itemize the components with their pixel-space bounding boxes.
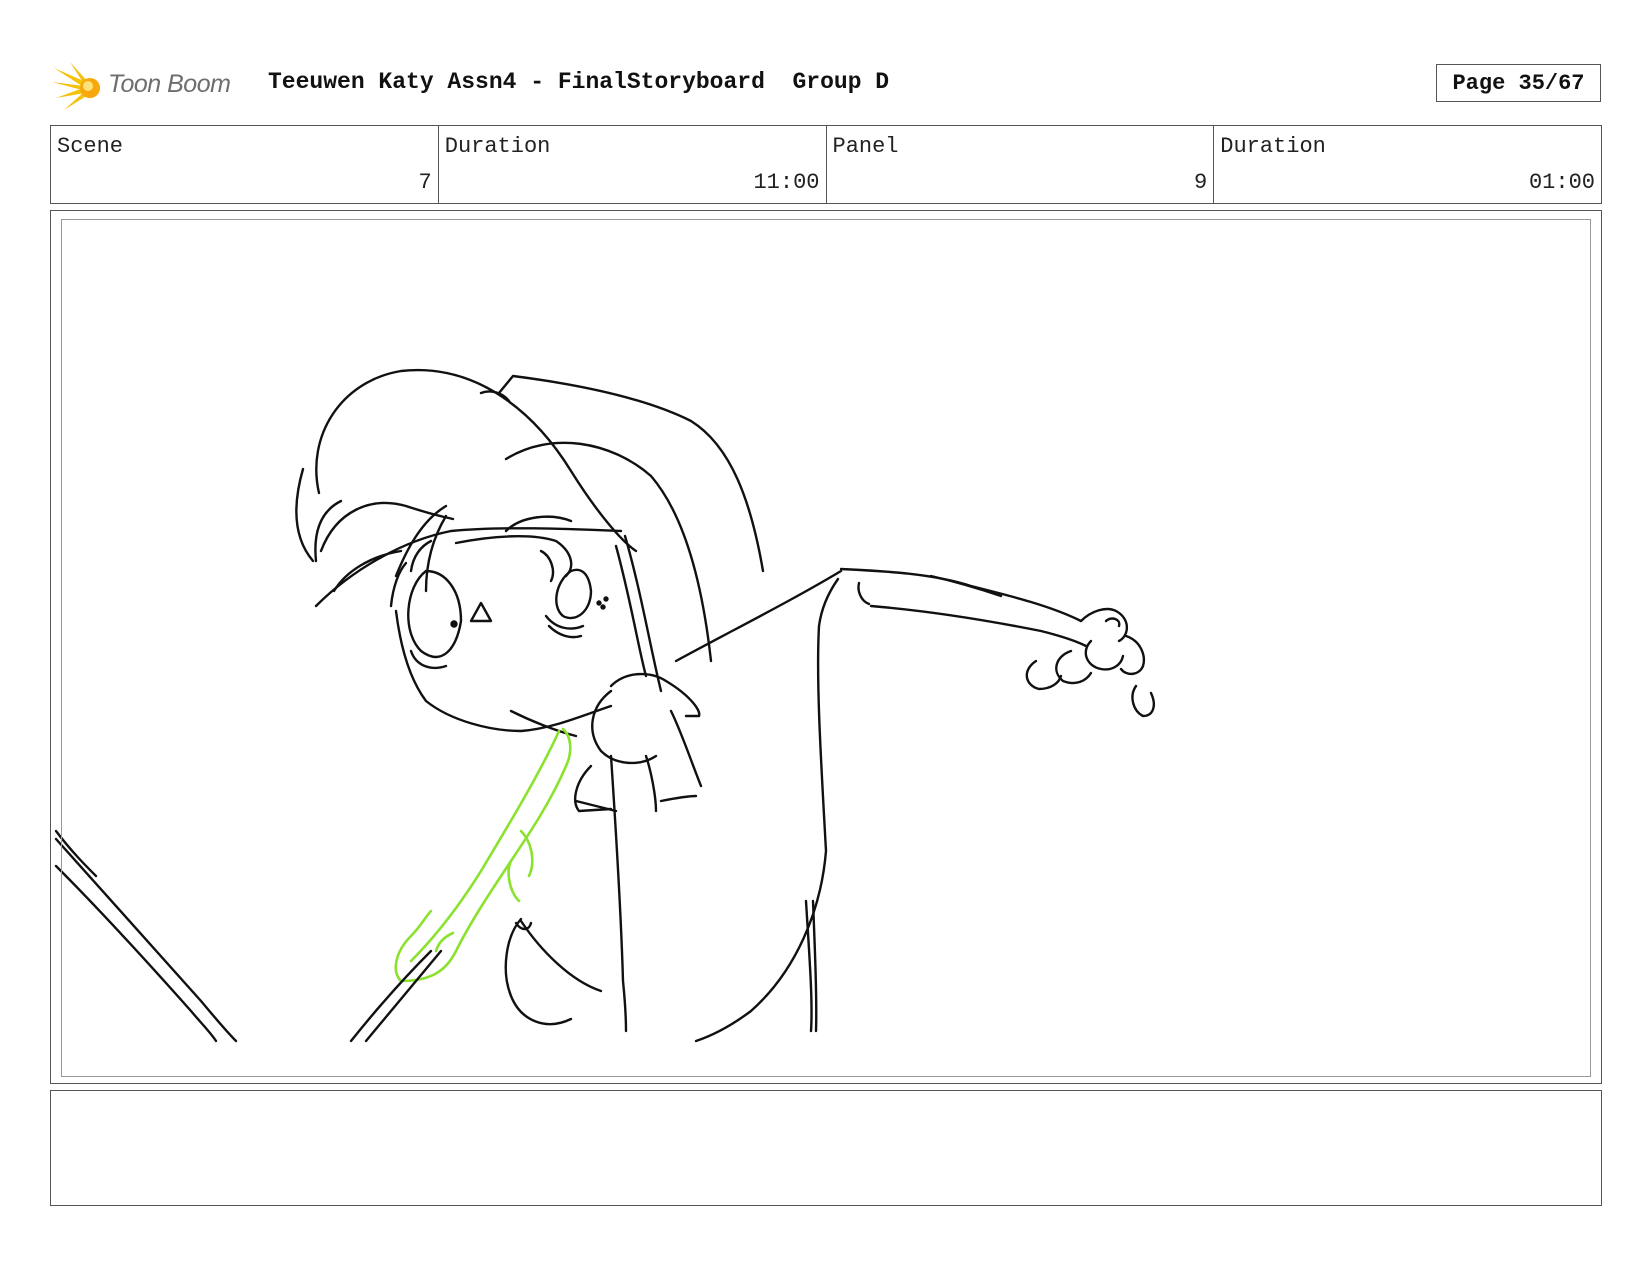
panel-duration-cell: Duration 01:00 [1214, 126, 1601, 203]
panel-notes-box[interactable] [50, 1090, 1602, 1206]
scene-value: 7 [418, 170, 432, 195]
storyboard-title: Teeuwen Katy Assn4 - FinalStoryboard Gro… [268, 69, 890, 95]
scene-duration-value: 11:00 [753, 170, 820, 195]
panel-cell: Panel 9 [827, 126, 1215, 203]
toon-boom-logo: Toon Boom [52, 58, 252, 114]
panel-duration-value: 01:00 [1528, 170, 1595, 195]
panel-label: Panel [832, 134, 899, 159]
scene-cell: Scene 7 [51, 126, 439, 203]
starburst-icon [52, 62, 100, 110]
storyboard-panel [50, 210, 1602, 1084]
panel-safe-frame [61, 219, 1591, 1077]
scene-label: Scene [57, 134, 124, 159]
scene-duration-cell: Duration 11:00 [439, 126, 827, 203]
brand-name: Toon Boom [108, 70, 231, 98]
page-number: Page 35/67 [1436, 64, 1601, 102]
panel-value: 9 [1194, 170, 1208, 195]
panel-duration-label: Duration [1220, 134, 1326, 159]
scene-info-table: Scene 7 Duration 11:00 Panel 9 Duration … [50, 125, 1602, 204]
scene-duration-label: Duration [444, 134, 551, 159]
